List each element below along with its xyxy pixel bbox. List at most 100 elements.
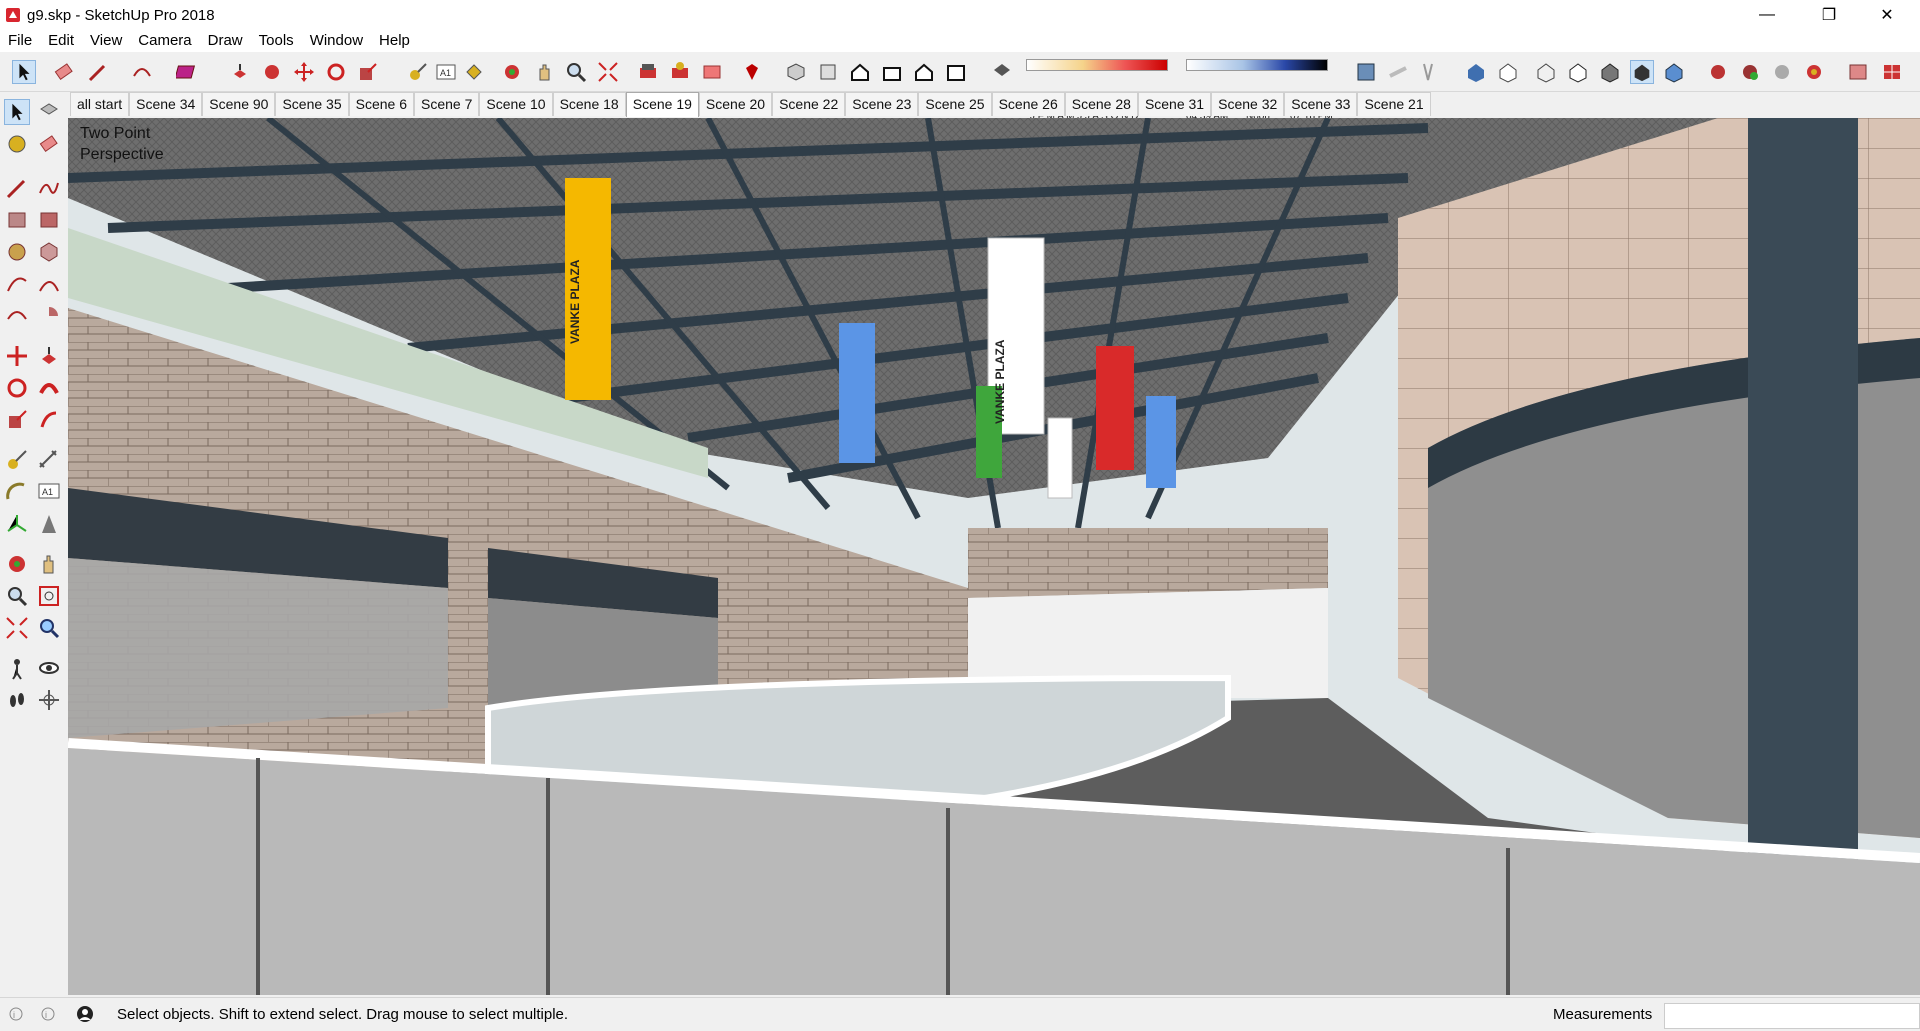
zoom-icon[interactable] [4, 583, 30, 609]
orbit-icon[interactable] [4, 551, 30, 577]
maximize-button[interactable]: ❐ [1806, 0, 1852, 30]
push-pull-icon[interactable] [228, 60, 252, 84]
style-builder-icon[interactable] [1880, 60, 1904, 84]
scene-tab-33[interactable]: Scene 33 [1284, 92, 1358, 116]
axes-icon[interactable] [4, 511, 30, 537]
circle-icon[interactable] [4, 239, 30, 265]
freehand-icon[interactable] [36, 175, 62, 201]
zoom-extents-icon[interactable] [596, 60, 620, 84]
scene-tab-34[interactable]: Scene 34 [129, 92, 203, 116]
scene-tab-35[interactable]: Scene 35 [275, 92, 349, 116]
make-component-icon[interactable] [36, 99, 62, 125]
rectangle-icon[interactable] [176, 60, 200, 84]
rotated-rectangle-icon[interactable] [36, 207, 62, 233]
scene-tab-31[interactable]: Scene 31 [1137, 92, 1212, 116]
3d-text-icon[interactable] [36, 511, 62, 537]
user-account-icon[interactable] [76, 1005, 94, 1023]
scene-tab-7[interactable]: Scene 7 [414, 92, 480, 116]
shaded-style-icon[interactable] [1598, 60, 1622, 84]
menu-edit[interactable]: Edit [40, 30, 82, 52]
back-view-icon[interactable] [912, 60, 936, 84]
paint-bucket-icon[interactable] [4, 131, 30, 157]
menu-help[interactable]: Help [371, 30, 418, 52]
time-slider[interactable] [1186, 59, 1328, 71]
text-icon[interactable]: A1 [434, 60, 458, 84]
arc-icon[interactable] [4, 271, 30, 297]
scene-tab-10[interactable]: Scene 10 [479, 92, 553, 116]
scene-tab-90[interactable]: Scene 90 [202, 92, 276, 116]
extension-warehouse-icon[interactable] [668, 60, 692, 84]
move-icon[interactable] [4, 343, 30, 369]
scale-icon[interactable] [4, 407, 30, 433]
section-plane-icon[interactable] [1354, 60, 1378, 84]
scene-tab-6[interactable]: Scene 6 [348, 92, 415, 116]
zoom-extents-icon[interactable] [4, 615, 30, 641]
line-icon[interactable] [4, 175, 30, 201]
wireframe-style-icon[interactable] [1534, 60, 1558, 84]
group-tool-icon[interactable] [1738, 60, 1762, 84]
pencil-line-icon[interactable] [86, 60, 110, 84]
orbit-icon[interactable] [500, 60, 524, 84]
scene-tab-25[interactable]: Scene 25 [918, 92, 992, 116]
outliner-icon[interactable] [1770, 60, 1794, 84]
warehouse-icon[interactable] [636, 60, 660, 84]
arc-icon[interactable] [130, 60, 154, 84]
tape-measure-icon[interactable] [4, 447, 30, 473]
scene-tab-23[interactable]: Scene 23 [845, 92, 919, 116]
position-camera-icon[interactable] [4, 655, 30, 681]
tape-measure-icon[interactable] [406, 60, 430, 84]
menu-window[interactable]: Window [302, 30, 371, 52]
look-around-icon[interactable] [36, 655, 62, 681]
close-button[interactable]: ✕ [1864, 0, 1910, 30]
protractor-icon[interactable] [4, 479, 30, 505]
menu-draw[interactable]: Draw [200, 30, 251, 52]
eraser-icon[interactable] [52, 60, 76, 84]
scene-tab-21[interactable]: Scene 21 [1357, 92, 1431, 116]
menu-camera[interactable]: Camera [130, 30, 199, 52]
zoom-icon[interactable] [564, 60, 588, 84]
rotate-icon[interactable] [324, 60, 348, 84]
pan-icon[interactable] [532, 60, 556, 84]
ruby-icon[interactable] [740, 60, 764, 84]
shadows-toggle-icon[interactable] [990, 60, 1014, 84]
push-pull-icon[interactable] [36, 343, 62, 369]
text-label-icon[interactable]: A1 [36, 479, 62, 505]
front-view-icon[interactable] [848, 60, 872, 84]
rotate-icon[interactable] [4, 375, 30, 401]
sandbox-icon[interactable] [1416, 60, 1440, 84]
zoom-window-icon[interactable] [36, 583, 62, 609]
scene-tab-19[interactable]: Scene 19 [625, 92, 699, 117]
back-edges-style-icon[interactable] [1496, 60, 1520, 84]
move-icon[interactable] [292, 60, 316, 84]
scene-tab-18[interactable]: Scene 18 [552, 92, 626, 116]
share-model-icon[interactable] [700, 60, 724, 84]
minimize-button[interactable]: — [1744, 0, 1790, 30]
date-slider[interactable] [1026, 59, 1168, 71]
dimension-icon[interactable] [36, 447, 62, 473]
measurements-input[interactable] [1664, 1003, 1920, 1029]
model-viewport[interactable]: Two Point Perspective VANKE PLAZA VANKE … [68, 118, 1920, 995]
pie-icon[interactable] [36, 303, 62, 329]
three-point-arc-icon[interactable] [4, 303, 30, 329]
select-icon[interactable] [4, 99, 30, 125]
scene-tab-22[interactable]: Scene 22 [772, 92, 846, 116]
rectangle-icon[interactable] [4, 207, 30, 233]
pan-icon[interactable] [36, 551, 62, 577]
materials-icon[interactable] [1802, 60, 1826, 84]
follow-me-icon[interactable] [36, 375, 62, 401]
previous-view-icon[interactable] [36, 615, 62, 641]
geolocation-icon[interactable]: i [8, 1006, 24, 1022]
left-view-icon[interactable] [944, 60, 968, 84]
scene-tab-28[interactable]: Scene 28 [1064, 92, 1138, 116]
menu-tools[interactable]: Tools [251, 30, 302, 52]
hidden-line-style-icon[interactable] [1566, 60, 1590, 84]
iso-view-icon[interactable] [784, 60, 808, 84]
shaded-textures-style-icon[interactable] [1630, 60, 1654, 84]
scene-tab-26[interactable]: Scene 26 [991, 92, 1065, 116]
scene-tab-32[interactable]: Scene 32 [1211, 92, 1285, 116]
right-view-icon[interactable] [880, 60, 904, 84]
scene-tab-20[interactable]: Scene 20 [698, 92, 773, 116]
top-view-icon[interactable] [816, 60, 840, 84]
offset-icon[interactable] [36, 407, 62, 433]
xray-style-icon[interactable] [1464, 60, 1488, 84]
